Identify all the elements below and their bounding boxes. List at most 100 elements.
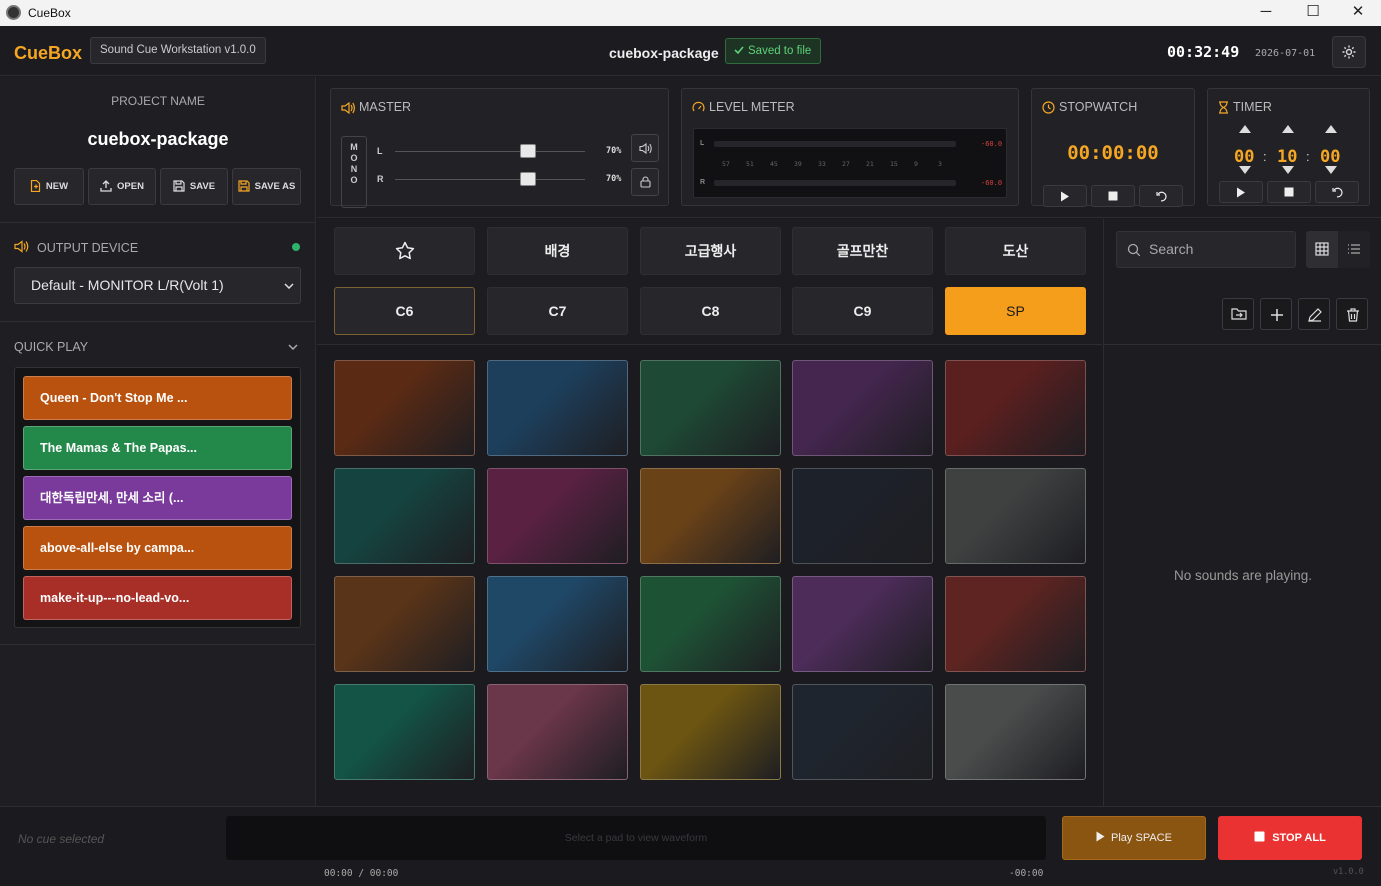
hours-down-arrow[interactable] <box>1239 166 1251 174</box>
tab-category[interactable]: 고급행사 <box>640 227 781 275</box>
sound-pad[interactable] <box>487 468 628 564</box>
play-icon <box>1061 191 1069 202</box>
stopwatch-play-button[interactable] <box>1043 185 1087 207</box>
level-meter-panel: LEVEL METER L R -60.0 -60.0 57 51 45 39 33 27… <box>681 88 1019 206</box>
tab-c6[interactable]: C6 <box>334 287 475 335</box>
left-channel-label: L <box>377 146 383 156</box>
meter-scale-tick: 15 <box>890 160 898 168</box>
tab-c8[interactable]: C8 <box>640 287 781 335</box>
right-volume-track[interactable] <box>395 179 585 180</box>
minimize-button[interactable]: ─ <box>1243 0 1289 26</box>
chevron-down-icon[interactable] <box>288 344 298 350</box>
tab-category[interactable]: 도산 <box>945 227 1086 275</box>
timer-hours[interactable]: 00 <box>1234 147 1254 167</box>
stop-all-button[interactable]: STOP ALL <box>1218 816 1362 860</box>
divider <box>0 222 316 223</box>
timer-minutes[interactable]: 10 <box>1277 147 1297 167</box>
sound-pad[interactable] <box>792 684 933 780</box>
tab-c9[interactable]: C9 <box>792 287 933 335</box>
tab-category[interactable]: 골프만찬 <box>792 227 933 275</box>
delete-pad-button[interactable] <box>1336 298 1368 330</box>
sound-pad[interactable] <box>487 360 628 456</box>
minutes-up-arrow[interactable] <box>1282 125 1294 133</box>
quick-play-item[interactable]: above-all-else by campa... <box>23 526 292 570</box>
new-button[interactable]: NEW <box>14 168 84 205</box>
sound-pad[interactable] <box>487 684 628 780</box>
output-device-select[interactable]: Default - MONITOR L/R(Volt 1) <box>14 267 301 304</box>
save-as-button[interactable]: SAVE AS <box>232 168 301 205</box>
tab-category[interactable]: 배경 <box>487 227 628 275</box>
play-button[interactable]: Play SPACE <box>1062 816 1206 860</box>
seconds-down-arrow[interactable] <box>1325 166 1337 174</box>
minutes-down-arrow[interactable] <box>1282 166 1294 174</box>
play-label: Play <box>1111 832 1133 844</box>
category-tabs: 배경 고급행사 골프만찬 도산 C6 C7 C8 C9 SP <box>317 219 1102 345</box>
sound-pad[interactable] <box>792 468 933 564</box>
lock-button[interactable] <box>631 168 659 196</box>
gauge-icon <box>692 102 705 112</box>
tab-favorites[interactable] <box>334 227 475 275</box>
timer-stop-button[interactable] <box>1267 181 1311 203</box>
left-volume-track[interactable] <box>395 151 585 152</box>
left-volume-slider[interactable] <box>520 144 536 158</box>
waveform-display[interactable]: Select a pad to view waveform <box>226 816 1046 860</box>
sound-pad[interactable] <box>945 684 1086 780</box>
list-view-button[interactable] <box>1338 231 1370 268</box>
quick-play-item[interactable]: 대한독립만세, 만세 소리 (... <box>23 476 292 520</box>
save-button[interactable]: SAVE <box>160 168 228 205</box>
timer-seconds[interactable]: 00 <box>1320 147 1340 167</box>
tab-sp[interactable]: SP <box>945 287 1086 335</box>
speaker-icon <box>639 143 652 154</box>
meter-scale-tick: 33 <box>818 160 826 168</box>
sound-pad[interactable] <box>487 576 628 672</box>
app-version: v1.0.0 <box>1333 867 1364 877</box>
reset-icon <box>1332 187 1343 198</box>
quick-play-item[interactable]: make-it-up---no-lead-vo... <box>23 576 292 620</box>
master-title-text: MASTER <box>359 100 412 114</box>
maximize-button[interactable]: ☐ <box>1290 0 1336 26</box>
sound-pad[interactable] <box>792 576 933 672</box>
plus-icon <box>1271 309 1283 321</box>
close-button[interactable]: ✕ <box>1335 0 1381 26</box>
sound-pad[interactable] <box>640 360 781 456</box>
cue-status: No cue selected <box>18 832 105 846</box>
sound-pad[interactable] <box>792 360 933 456</box>
sound-pad[interactable] <box>334 684 475 780</box>
sound-pad[interactable] <box>640 576 781 672</box>
saved-status-text: Saved to file <box>748 45 812 57</box>
sound-pad[interactable] <box>945 468 1086 564</box>
sound-pad[interactable] <box>334 468 475 564</box>
timer-play-button[interactable] <box>1219 181 1263 203</box>
sound-pad[interactable] <box>640 684 781 780</box>
master-title: MASTER <box>341 100 411 114</box>
seconds-up-arrow[interactable] <box>1325 125 1337 133</box>
sound-pad[interactable] <box>334 576 475 672</box>
divider <box>1104 344 1381 345</box>
quick-play-item[interactable]: Queen - Don't Stop Me ... <box>23 376 292 420</box>
mono-toggle[interactable]: MONO <box>341 136 367 208</box>
search-input[interactable]: Search <box>1116 231 1296 268</box>
stopwatch-title-text: STOPWATCH <box>1059 100 1138 114</box>
tab-c7[interactable]: C7 <box>487 287 628 335</box>
grid-view-button[interactable] <box>1306 231 1338 268</box>
quick-play-list: Queen - Don't Stop Me ... The Mamas & Th… <box>14 367 301 628</box>
stopwatch-reset-button[interactable] <box>1139 185 1183 207</box>
add-pad-button[interactable] <box>1260 298 1292 330</box>
quick-play-item[interactable]: The Mamas & The Papas... <box>23 426 292 470</box>
sound-pad[interactable] <box>945 576 1086 672</box>
timer-reset-button[interactable] <box>1315 181 1359 203</box>
project-name-label: PROJECT NAME <box>111 94 205 108</box>
import-folder-button[interactable] <box>1222 298 1254 330</box>
edit-pad-button[interactable] <box>1298 298 1330 330</box>
speaker-icon <box>341 101 355 114</box>
settings-button[interactable] <box>1332 36 1366 68</box>
sound-pad[interactable] <box>945 360 1086 456</box>
sound-pad[interactable] <box>640 468 781 564</box>
mute-button[interactable] <box>631 134 659 162</box>
meter-scale-tick: 57 <box>722 160 730 168</box>
hours-up-arrow[interactable] <box>1239 125 1251 133</box>
right-volume-slider[interactable] <box>520 172 536 186</box>
sound-pad[interactable] <box>334 360 475 456</box>
stopwatch-stop-button[interactable] <box>1091 185 1135 207</box>
open-button[interactable]: OPEN <box>88 168 156 205</box>
